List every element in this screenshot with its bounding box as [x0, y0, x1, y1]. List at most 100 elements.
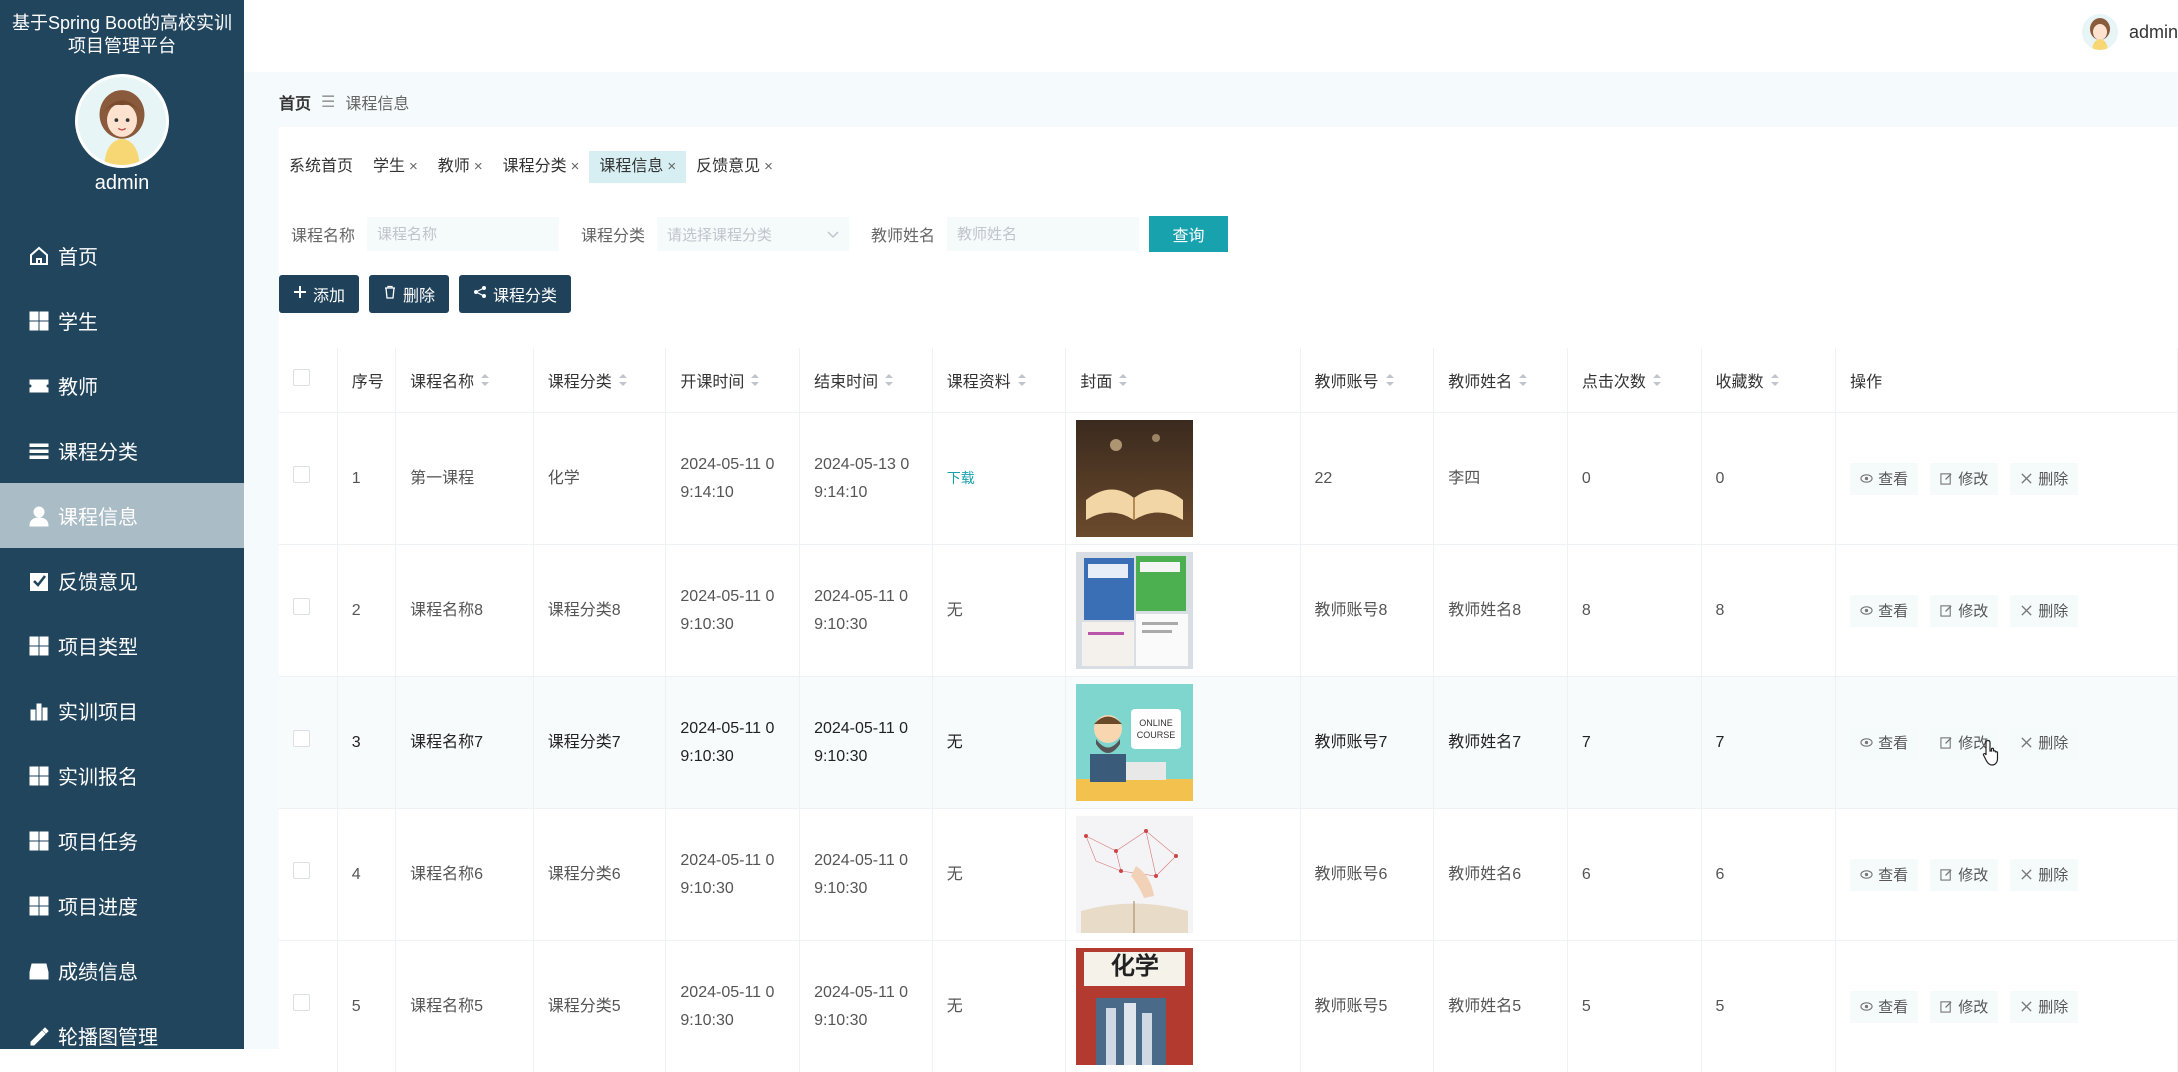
column-header-8[interactable]: 教师姓名 [1434, 348, 1568, 413]
row-checkbox[interactable] [293, 466, 310, 483]
header-avatar[interactable] [2082, 14, 2118, 50]
sidebar-item-4[interactable]: 课程信息 [0, 483, 244, 548]
sort-icon[interactable] [1652, 373, 1662, 392]
view-button[interactable]: 查看 [1850, 859, 1918, 891]
start-time-cell: 2024-05-11 09:10:30 [666, 809, 800, 941]
row-checkbox[interactable] [293, 994, 310, 1011]
column-header-2[interactable]: 课程分类 [533, 348, 666, 413]
column-header-7[interactable]: 教师账号 [1300, 348, 1434, 413]
header-username[interactable]: admin [2129, 22, 2178, 43]
delete-button[interactable]: 删除 [2010, 727, 2078, 759]
delete-button[interactable]: 删除 [2010, 859, 2078, 891]
sort-icon[interactable] [1770, 373, 1780, 392]
teacher-name-input[interactable] [947, 217, 1139, 251]
view-button[interactable]: 查看 [1850, 463, 1918, 495]
sort-icon[interactable] [1385, 373, 1395, 392]
teacher-account: 教师账号8 [1315, 602, 1388, 619]
sort-icon[interactable] [750, 373, 760, 392]
edit-button[interactable]: 修改 [1930, 859, 1998, 891]
select-all-checkbox[interactable] [293, 369, 310, 386]
tab-4[interactable]: 课程信息× [589, 151, 686, 183]
view-button[interactable]: 查看 [1850, 727, 1918, 759]
tab-close-icon[interactable]: × [474, 151, 483, 183]
column-header-5[interactable]: 课程资料 [932, 348, 1066, 413]
sort-icon[interactable] [618, 373, 628, 392]
sort-icon[interactable] [884, 373, 894, 392]
sidebar-item-8[interactable]: 实训报名 [0, 743, 244, 808]
column-header-6[interactable]: 封面 [1066, 348, 1300, 413]
row-checkbox[interactable] [293, 730, 310, 747]
download-link[interactable]: 下载 [947, 470, 975, 486]
end-time-line2: 9:14:10 [814, 479, 932, 507]
column-header-label: 操作 [1850, 374, 1882, 391]
breadcrumb-home[interactable]: 首页 [279, 90, 311, 114]
edit-button[interactable]: 修改 [1930, 463, 1998, 495]
column-header-3[interactable]: 开课时间 [666, 348, 800, 413]
cover-image[interactable]: 化学 [1076, 948, 1193, 1065]
row-checkbox[interactable] [293, 862, 310, 879]
breadcrumb-current: 课程信息 [345, 90, 409, 114]
column-header-4[interactable]: 结束时间 [800, 348, 933, 413]
column-header-10[interactable]: 收藏数 [1701, 348, 1836, 413]
sort-icon[interactable] [1017, 373, 1027, 392]
sidebar-item-12[interactable]: 轮播图管理 [0, 1003, 244, 1068]
sort-icon[interactable] [1518, 373, 1528, 392]
course-category-cell: 化学 [533, 413, 666, 545]
tab-0[interactable]: 系统首页 [279, 151, 363, 183]
tab-close-icon[interactable]: × [409, 151, 418, 183]
cover-image[interactable]: ONLINECOURSE [1076, 684, 1193, 801]
end-time-line1: 2024-05-11 0 [814, 979, 932, 1007]
sidebar-item-0[interactable]: 首页 [0, 223, 244, 288]
table-row[interactable]: 5课程名称5课程分类52024-05-11 09:10:302024-05-11… [279, 941, 2178, 1072]
delete-button[interactable]: 删除 [2010, 991, 2078, 1023]
sidebar-item-1[interactable]: 学生 [0, 288, 244, 353]
sidebar-item-11[interactable]: 成绩信息 [0, 938, 244, 1003]
course-category-select[interactable]: 请选择课程分类 [657, 217, 849, 251]
tab-2[interactable]: 教师× [428, 151, 493, 183]
grid-icon [28, 895, 50, 917]
edit-button[interactable]: 修改 [1930, 595, 1998, 627]
tab-3[interactable]: 课程分类× [493, 151, 590, 183]
tab-close-icon[interactable]: × [667, 151, 676, 183]
view-button[interactable]: 查看 [1850, 991, 1918, 1023]
column-header-11[interactable]: 操作 [1836, 348, 2178, 413]
delete-button[interactable]: 删除 [2010, 463, 2078, 495]
delete-button[interactable]: 删除 [2010, 595, 2078, 627]
tab-close-icon[interactable]: × [571, 151, 580, 183]
sidebar-item-7[interactable]: 实训项目 [0, 678, 244, 743]
sidebar-item-9[interactable]: 项目任务 [0, 808, 244, 873]
column-header-0[interactable]: 序号 [337, 348, 395, 413]
course-category-button[interactable]: 课程分类 [459, 275, 571, 313]
cover-image[interactable] [1076, 816, 1193, 933]
add-button[interactable]: 添加 [279, 275, 359, 313]
table-row[interactable]: 1第一课程化学2024-05-11 09:14:102024-05-13 09:… [279, 413, 2178, 545]
edit-button[interactable]: 修改 [1930, 991, 1998, 1023]
tab-close-icon[interactable]: × [764, 151, 773, 183]
sort-icon[interactable] [480, 373, 490, 392]
view-button[interactable]: 查看 [1850, 595, 1918, 627]
table-row[interactable]: 3课程名称7课程分类72024-05-11 09:10:302024-05-11… [279, 677, 2178, 809]
sort-icon[interactable] [1118, 373, 1128, 392]
sidebar-item-3[interactable]: 课程分类 [0, 418, 244, 483]
sidebar-item-10[interactable]: 项目进度 [0, 873, 244, 938]
cover-image[interactable] [1076, 552, 1193, 669]
cover-image[interactable] [1076, 420, 1193, 537]
tab-1[interactable]: 学生× [363, 151, 428, 183]
cover-cell [1066, 545, 1300, 677]
sidebar-item-5[interactable]: 反馈意见 [0, 548, 244, 613]
table-row[interactable]: 4课程名称6课程分类62024-05-11 09:10:302024-05-11… [279, 809, 2178, 941]
delete-button-label: 删除 [2038, 732, 2068, 753]
column-header-9[interactable]: 点击次数 [1567, 348, 1701, 413]
delete-button[interactable]: 删除 [369, 275, 449, 313]
query-button[interactable]: 查询 [1149, 216, 1228, 252]
column-header-1[interactable]: 课程名称 [396, 348, 534, 413]
table-row[interactable]: 2课程名称8课程分类82024-05-11 09:10:302024-05-11… [279, 545, 2178, 677]
tab-5[interactable]: 反馈意见× [686, 151, 783, 183]
row-checkbox[interactable] [293, 598, 310, 615]
teacher-account-cell: 22 [1300, 413, 1434, 545]
sidebar-item-6[interactable]: 项目类型 [0, 613, 244, 678]
course-name-input[interactable] [367, 217, 559, 251]
row-number-cell: 2 [337, 545, 395, 677]
avatar[interactable] [75, 74, 169, 168]
sidebar-item-2[interactable]: 教师 [0, 353, 244, 418]
